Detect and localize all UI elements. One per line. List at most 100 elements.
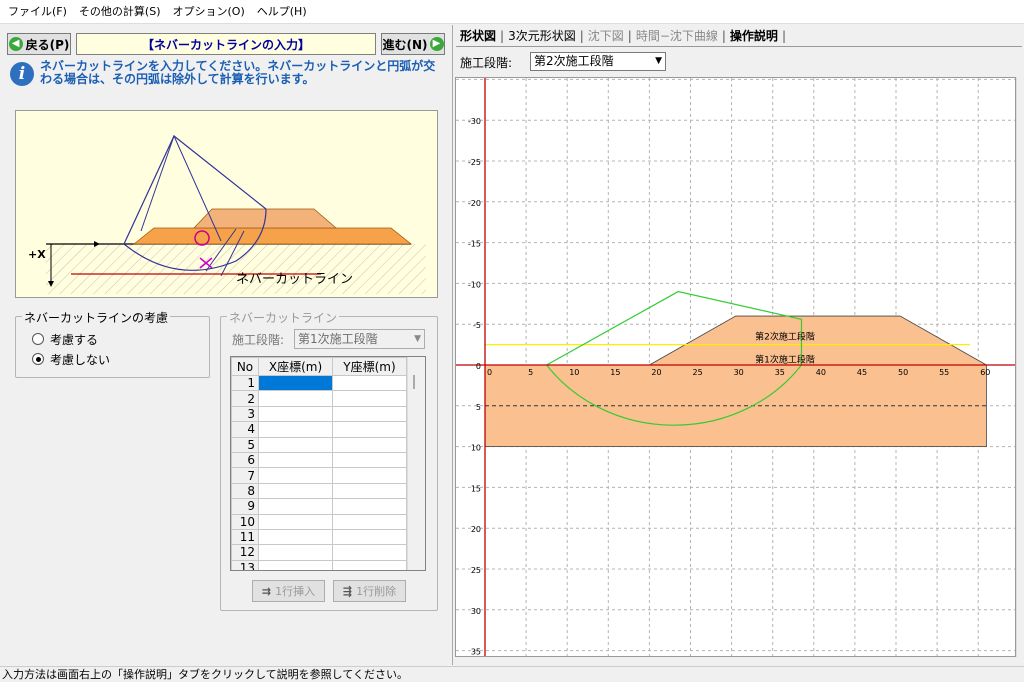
y-tick-label: -25	[468, 158, 481, 167]
menu-options[interactable]: オプション(O)	[167, 0, 251, 24]
cell[interactable]	[332, 498, 407, 515]
cell[interactable]	[332, 544, 407, 561]
cell[interactable]	[258, 421, 333, 438]
arrow-left-icon: ◀	[8, 37, 23, 51]
y-tick-label: 10	[471, 444, 481, 453]
never-cut-line-label: ネバーカットライン	[236, 272, 353, 287]
shape-chart-svg: 0 5 10 15 20 25 30 35 40 45 50 55 60-30-25-20-15-10-…	[456, 78, 1015, 657]
cell[interactable]	[258, 436, 333, 453]
never-cut-title: ネバーカットライン	[227, 309, 340, 326]
tab-shape[interactable]: 形状図	[456, 27, 500, 45]
stage-label-left: 施工段階:	[232, 333, 285, 347]
table-row: 1	[231, 374, 407, 392]
col-no: No	[231, 357, 259, 376]
x-tick-label: 40	[816, 368, 826, 377]
tab-instructions[interactable]: 操作説明	[726, 27, 782, 45]
cell[interactable]	[258, 390, 333, 407]
cell[interactable]	[258, 467, 333, 484]
cell[interactable]	[258, 528, 333, 546]
table-row: 2	[231, 390, 407, 407]
cell[interactable]	[332, 559, 407, 570]
cell[interactable]	[258, 544, 333, 561]
cell[interactable]	[258, 498, 333, 515]
x-tick-label: 10	[569, 368, 579, 377]
cell[interactable]	[258, 482, 333, 500]
y-tick-label: 15	[471, 484, 481, 493]
y-tick-label: 0	[476, 362, 481, 371]
x-tick-label: 50	[898, 368, 908, 377]
table-row: 12	[231, 544, 407, 561]
table-row: 3	[231, 405, 407, 423]
menubar: ファイル(F) その他の計算(S) オプション(O) ヘルプ(H)	[0, 0, 1024, 24]
y-tick-label: -30	[468, 117, 481, 126]
y-tick-label: -15	[468, 240, 481, 249]
x-tick-label: 25	[693, 368, 703, 377]
table-row: 7	[231, 467, 407, 484]
y-tick-label: 35	[471, 648, 481, 657]
explanation-diagram: +X ネバーカットライン	[15, 110, 438, 298]
y-tick-label: -5	[473, 321, 481, 330]
insert-row-button[interactable]: ⇉ 1行挿入	[252, 580, 325, 602]
cell[interactable]	[332, 405, 407, 423]
cell[interactable]	[258, 451, 333, 469]
next-button[interactable]: 進む(N) ▶	[381, 33, 445, 55]
status-bar: 入力方法は画面右上の「操作説明」タブをクリックして説明を参照してください。	[0, 666, 1024, 682]
cell[interactable]	[258, 559, 333, 570]
col-x: X座標(m)	[258, 357, 333, 376]
cell[interactable]	[332, 421, 407, 438]
cell-selected[interactable]	[258, 374, 333, 392]
stage-label-1: 第1次施工段階	[755, 354, 815, 366]
stage-label-2: 第2次施工段階	[755, 331, 815, 343]
x-tick-label: 30	[734, 368, 744, 377]
menu-other-calc[interactable]: その他の計算(S)	[73, 0, 167, 24]
consider-title: ネバーカットラインの考慮	[22, 309, 171, 326]
y-tick-label: 25	[471, 566, 481, 575]
back-button[interactable]: ◀ 戻る(P)	[7, 33, 71, 55]
delete-row-button[interactable]: ⇶ 1行削除	[333, 580, 406, 602]
tab-time-settlement[interactable]: 時間−沈下曲線	[632, 27, 722, 45]
cell[interactable]	[258, 405, 333, 423]
chart-scrollbar[interactable]	[1016, 77, 1024, 657]
x-tick-label: 0	[487, 368, 492, 377]
tab-settlement[interactable]: 沈下図	[584, 27, 628, 45]
table-row: 9	[231, 498, 407, 515]
radio-button-icon	[32, 333, 44, 345]
tab-bar: 形状図 | 3次元形状図 | 沈下図 | 時間−沈下曲線 | 操作説明 |	[456, 26, 786, 46]
x-tick-label: 60	[980, 368, 990, 377]
table-row: 11	[231, 528, 407, 546]
cell[interactable]	[332, 528, 407, 546]
cell[interactable]	[332, 482, 407, 500]
cell[interactable]	[332, 467, 407, 484]
stage-select-right[interactable]: 第2次施工段階 ▼	[530, 52, 666, 71]
grid-table: No X座標(m) Y座標(m) 1 2 3 4 5 6 7 8 9 10 11…	[231, 357, 407, 570]
x-tick-label: 20	[651, 368, 661, 377]
table-row: 6	[231, 451, 407, 469]
menu-file[interactable]: ファイル(F)	[2, 0, 73, 24]
table-row: 13	[231, 559, 407, 570]
grid-scrollbar[interactable]	[407, 357, 425, 570]
cell[interactable]	[332, 390, 407, 407]
x-tick-label: 15	[610, 368, 620, 377]
axis-label: +X	[28, 248, 46, 261]
cell[interactable]	[332, 451, 407, 469]
stage-select-left[interactable]: 第1次施工段階 ▼	[294, 329, 425, 349]
cell[interactable]	[332, 436, 407, 453]
radio-consider-no[interactable]: 考慮しない	[32, 350, 110, 368]
menu-help[interactable]: ヘルプ(H)	[251, 0, 313, 24]
radio-consider-yes[interactable]: 考慮する	[32, 330, 98, 348]
y-tick-label: 20	[471, 525, 481, 534]
info-text: ネバーカットラインを入力してください。ネバーカットラインと円弧が交わる場合は、そ…	[40, 59, 436, 86]
stage-label-right: 施工段階:	[460, 56, 513, 70]
coordinate-grid[interactable]: No X座標(m) Y座標(m) 1 2 3 4 5 6 7 8 9 10 11…	[230, 356, 426, 571]
x-tick-label: 5	[528, 368, 533, 377]
y-tick-label: -10	[468, 280, 481, 289]
cell[interactable]	[258, 513, 333, 530]
table-row: 5	[231, 436, 407, 453]
cell[interactable]	[332, 513, 407, 530]
tab-3d-shape[interactable]: 3次元形状図	[504, 27, 580, 45]
table-row: 10	[231, 513, 407, 530]
info-icon: i	[10, 62, 34, 86]
cell[interactable]	[332, 374, 407, 392]
y-tick-label: -20	[468, 199, 481, 208]
page-title: 【ネバーカットラインの入力】	[76, 33, 376, 55]
